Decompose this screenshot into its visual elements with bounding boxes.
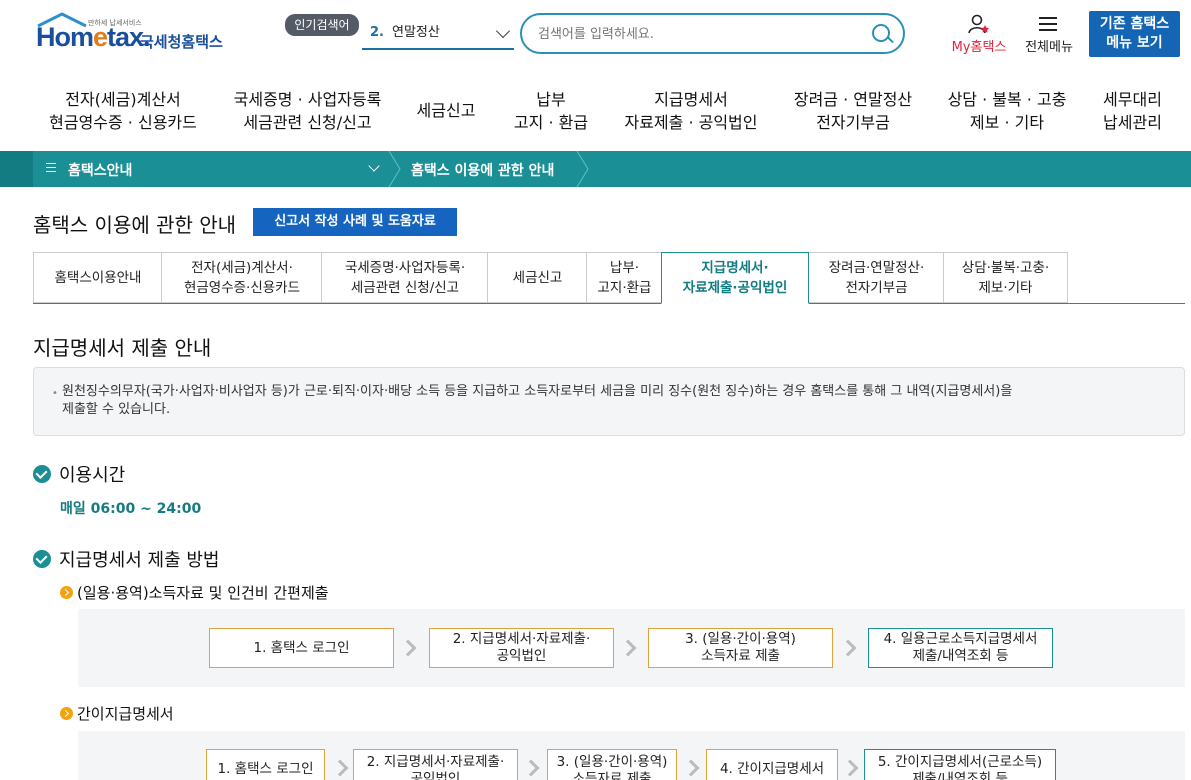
flow-step: 5. 간이지급명세서(근로소득) 제출/내역조회 등 xyxy=(864,749,1056,780)
popular-search-select[interactable]: 2. 연말정산 xyxy=(362,20,514,50)
chevron-right-icon xyxy=(841,759,859,777)
arrow-circle-icon xyxy=(60,707,73,720)
gnb-item-payment-statement[interactable]: 지급명세서 자료제출 · 공익법인 xyxy=(620,88,762,134)
search-icon[interactable] xyxy=(872,24,890,42)
popular-term: 연말정산 xyxy=(391,25,440,40)
flow-step: 4. 일용근로소득지급명세서 제출/내역조회 등 xyxy=(868,628,1053,668)
header: 만하세 납세서비스 Hometax. 국세청홈택스 인기검색어 2. 연말정산 M… xyxy=(0,0,1191,70)
hamburger-icon xyxy=(1039,17,1057,31)
hours-value: 매일 06:00 ~ 24:00 xyxy=(60,501,202,517)
chevron-right-icon xyxy=(682,759,700,777)
chevron-right-icon xyxy=(839,639,857,657)
tab-e-invoice[interactable]: 전자(세금)계산서· 현금영수증·신용카드 xyxy=(161,252,322,303)
popular-rank: 2. xyxy=(370,25,384,40)
main-navigation: 전자(세금)계산서 현금영수증 · 신용카드 국세증명 · 사업자등록 세금관련 신… xyxy=(0,80,1191,140)
tab-payment-statement[interactable]: 지급명세서· 자료제출·공익법인 xyxy=(661,252,809,304)
my-hometax-label: My홈택스 xyxy=(951,40,1007,55)
user-icon xyxy=(968,14,990,34)
method-heading: 지급명세서 제출 방법 xyxy=(33,546,219,572)
my-hometax-button[interactable]: My홈택스 xyxy=(946,14,1012,56)
flow-sub1: 1. 홈택스 로그인 2. 지급명세서·자료제출· 공익법인 3. (일용·간이·… xyxy=(78,609,1185,687)
chevron-down-icon[interactable] xyxy=(368,160,380,172)
check-circle-icon xyxy=(33,550,51,568)
gnb-item-tax-return[interactable]: 세금신고 xyxy=(406,99,486,122)
gnb-item-tax-agent[interactable]: 세무대리 납세관리 xyxy=(1090,88,1175,134)
chevron-right-icon xyxy=(331,759,349,777)
gnb-item-consultation[interactable]: 상담 · 불복 · 고충 제보 · 기타 xyxy=(942,88,1072,134)
sub2-heading: 간이지급명세서 xyxy=(60,703,174,724)
info-text-line1: 원천징수의무자(국가·사업자·비사업자 등)가 근로·퇴직·이자·배당 소득 등… xyxy=(62,384,1013,399)
gnb-item-certificate[interactable]: 국세증명 · 사업자등록 세금관련 신청/신고 xyxy=(225,88,390,134)
old-menu-line1: 기존 홈택스 xyxy=(1099,16,1170,32)
search-box xyxy=(520,13,905,54)
old-menu-line2: 메뉴 보기 xyxy=(1106,35,1163,51)
flow-step: 3. (일용·간이·용역) 소득자료 제출 xyxy=(648,628,833,668)
info-box: • 원천징수의무자(국가·사업자·비사업자 등)가 근로·퇴직·이자·배당 소득… xyxy=(33,367,1185,436)
logo-korean: 국세청홈택스 xyxy=(140,33,223,51)
gnb-item-e-invoice[interactable]: 전자(세금)계산서 현금영수증 · 신용카드 xyxy=(48,88,198,134)
tab-payment[interactable]: 납부· 고지·환급 xyxy=(586,252,662,303)
flow-step: 2. 지급명세서·자료제출· 공익법인 xyxy=(429,628,614,668)
chevron-down-icon xyxy=(495,23,511,39)
section-title: 지급명세서 제출 안내 xyxy=(33,336,212,360)
breadcrumb-level1[interactable]: 홈택스안내 xyxy=(68,160,132,180)
flow-step: 1. 홈택스 로그인 xyxy=(209,628,394,668)
breadcrumb-separator-icon xyxy=(576,151,589,187)
breadcrumb: 홈택스안내 홈택스 이용에 관한 안내 xyxy=(0,151,1191,187)
logo-wordmark: Hometax. xyxy=(36,22,151,52)
chevron-right-icon xyxy=(619,639,637,657)
page-title: 홈택스 이용에 관한 안내 xyxy=(33,213,237,237)
sub1-heading: (일용·용역)소득자료 및 인건비 간편제출 xyxy=(60,582,329,603)
check-circle-icon xyxy=(33,465,51,483)
bullet-icon: • xyxy=(52,388,58,399)
flow-step: 3. (일용·간이·용역) 소득자료 제출 xyxy=(547,749,677,780)
all-menu-label: 전체메뉴 xyxy=(1025,40,1073,55)
tab-certificate[interactable]: 국세증명·사업자등록· 세금관련 신청/신고 xyxy=(321,252,488,303)
category-tabs: 홈택스이용안내 전자(세금)계산서· 현금영수증·신용카드 국세증명·사업자등록·… xyxy=(33,252,1185,304)
menu-icon xyxy=(46,163,56,172)
tab-consultation[interactable]: 상담·불복·고충· 제보·기타 xyxy=(943,252,1068,303)
breadcrumb-level2[interactable]: 홈택스 이용에 관한 안내 xyxy=(411,160,554,180)
flow-step: 2. 지급명세서·자료제출· 공익법인 xyxy=(353,749,518,780)
popular-search-badge: 인기검색어 xyxy=(285,14,359,36)
gnb-item-payment[interactable]: 납부 고지 · 환급 xyxy=(505,88,597,134)
hours-heading: 이용시간 xyxy=(33,461,125,487)
guide-materials-button[interactable]: 신고서 작성 사례 및 도움자료 xyxy=(253,208,457,236)
arrow-circle-icon xyxy=(60,586,73,599)
info-text-line2: 제출할 수 있습니다. xyxy=(62,402,171,417)
chevron-right-icon xyxy=(522,759,540,777)
tab-hometax-guide[interactable]: 홈택스이용안내 xyxy=(33,252,162,303)
flow-step: 4. 간이지급명세서 xyxy=(706,749,838,780)
tab-incentive[interactable]: 장려금·연말정산· 전자기부금 xyxy=(808,252,944,303)
breadcrumb-separator-icon xyxy=(388,151,401,187)
search-input[interactable] xyxy=(538,24,858,44)
all-menu-button[interactable]: 전체메뉴 xyxy=(1018,14,1080,56)
flow-sub2: 1. 홈택스 로그인 2. 지급명세서·자료제출· 공익법인 3. (일용·간이·… xyxy=(78,731,1185,780)
gnb-item-incentive[interactable]: 장려금 · 연말정산 전자기부금 xyxy=(786,88,920,134)
chevron-right-icon xyxy=(399,639,417,657)
tab-tax-return[interactable]: 세금신고 xyxy=(487,252,587,303)
hometax-logo[interactable]: 만하세 납세서비스 Hometax. 국세청홈택스 xyxy=(34,12,234,56)
flow-step: 1. 홈택스 로그인 xyxy=(206,749,325,780)
old-menu-button[interactable]: 기존 홈택스 메뉴 보기 xyxy=(1089,11,1180,57)
